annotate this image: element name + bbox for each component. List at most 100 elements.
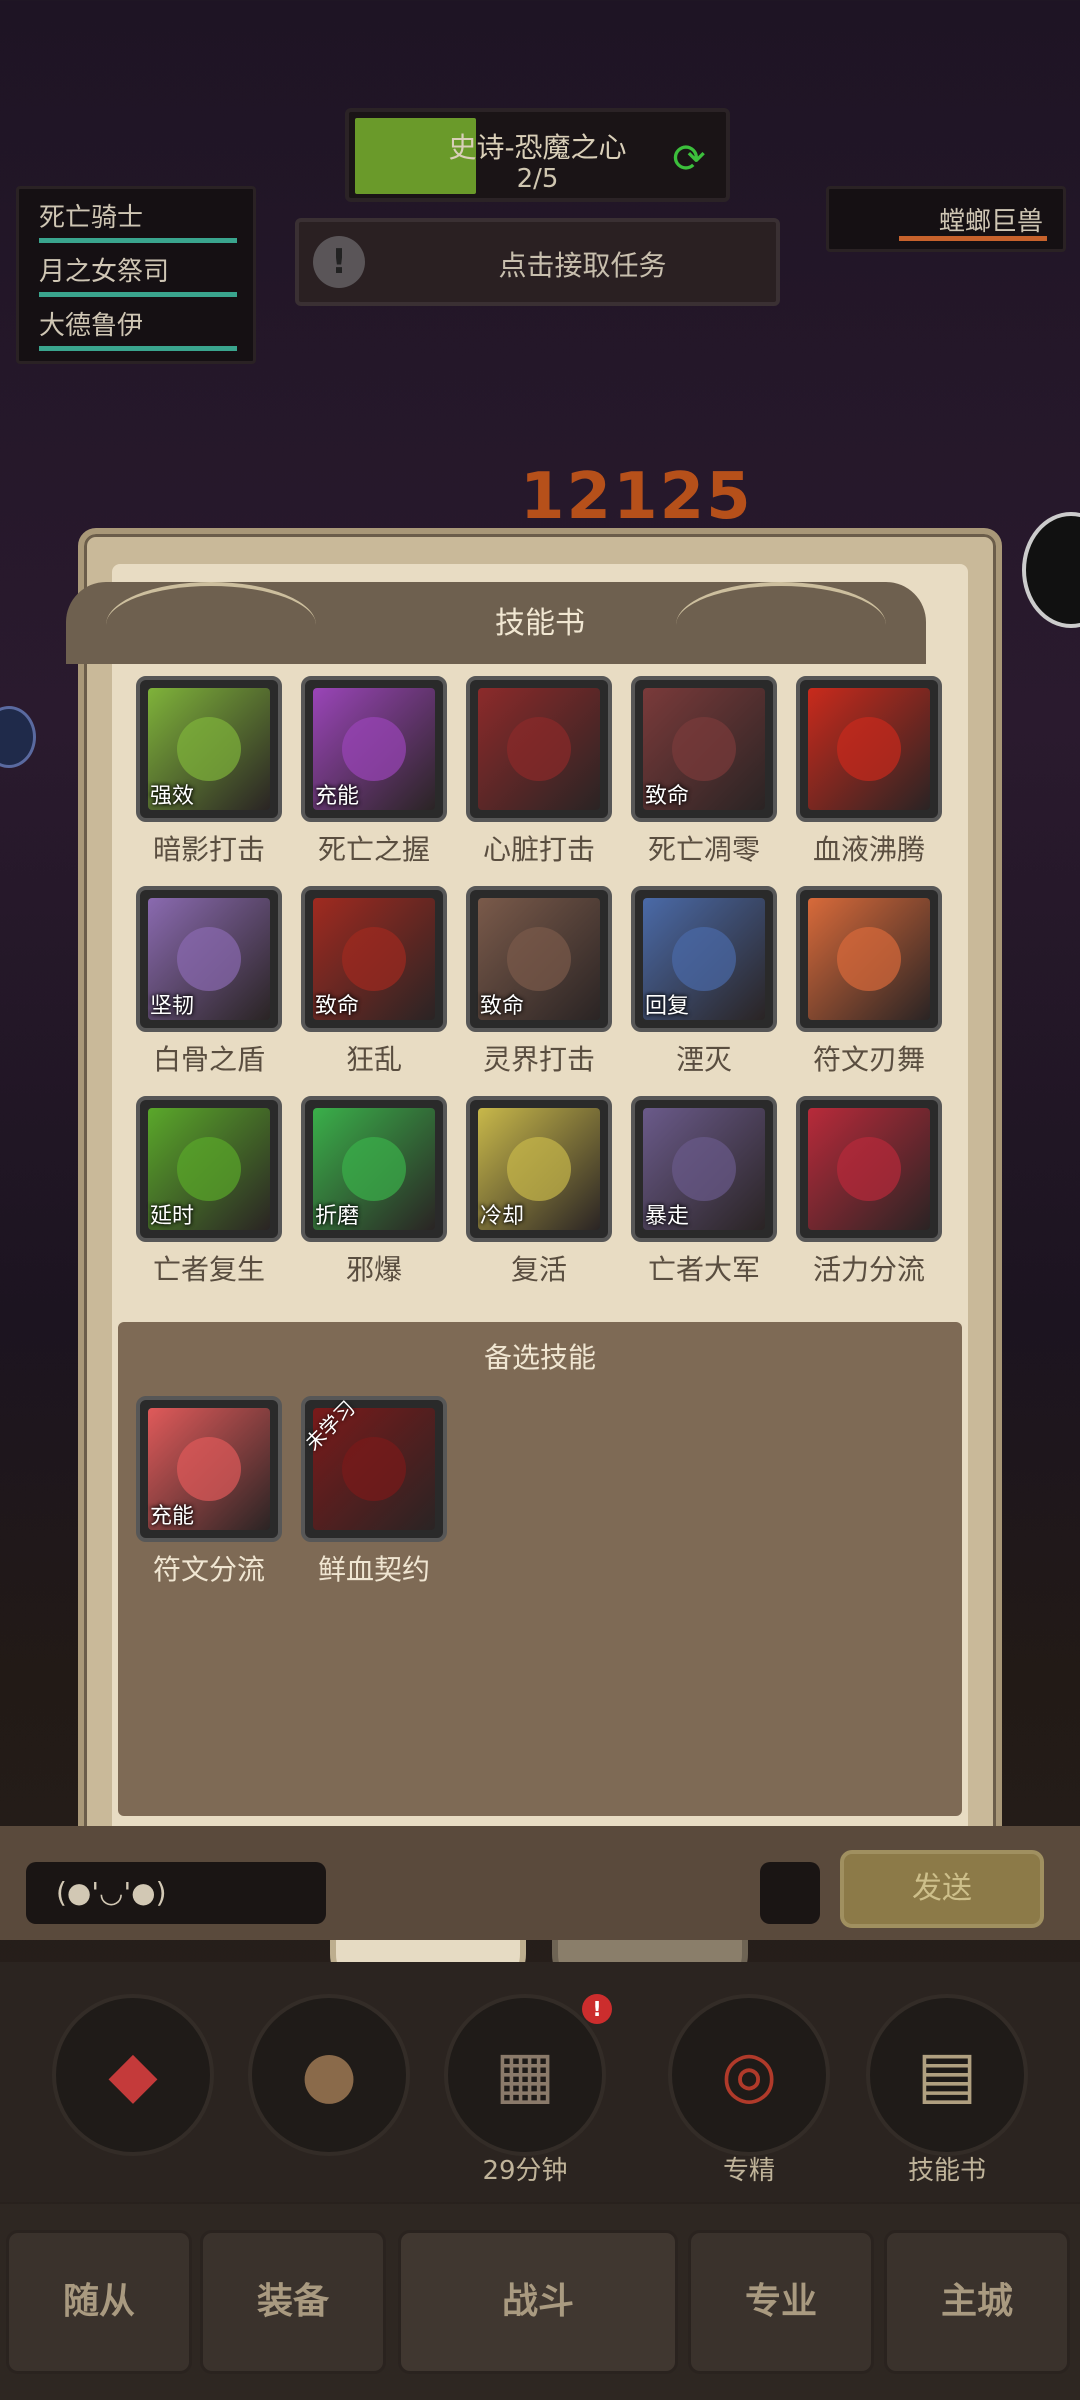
- skill-slot[interactable]: 充能: [301, 676, 447, 822]
- action-label: 技能书: [907, 2156, 986, 2186]
- party-member-name: 死亡骑士: [39, 203, 144, 233]
- skill-glyph: [507, 927, 571, 991]
- skill-name: 白骨之盾: [152, 1043, 265, 1076]
- notification-badge: !: [582, 1994, 612, 2024]
- skill-slot[interactable]: 强效: [136, 676, 282, 822]
- chat-input[interactable]: (●'◡'●): [26, 1862, 326, 1924]
- skill-slot[interactable]: 延时: [136, 1096, 282, 1242]
- party-member-name: 大德鲁伊: [39, 311, 144, 341]
- side-menu-button[interactable]: [1022, 512, 1080, 628]
- action-label: 29分钟: [482, 2156, 568, 2186]
- skill-name: 符文刃舞: [812, 1043, 925, 1076]
- skill-name: 邪爆: [345, 1253, 402, 1286]
- skill-slot[interactable]: [796, 676, 942, 822]
- action-button[interactable]: ▤: [866, 1994, 1028, 2156]
- skill-tag: 折磨: [315, 1204, 360, 1229]
- skill-slot[interactable]: 致命: [631, 676, 777, 822]
- alternate-skills-title: 备选技能: [483, 1341, 596, 1374]
- action-button[interactable]: ◆: [52, 1994, 214, 2156]
- skill-glyph: [837, 1137, 901, 1201]
- alternate-skill-name: 符文分流: [152, 1553, 265, 1586]
- refresh-icon[interactable]: ⟳: [666, 136, 712, 182]
- action-button[interactable]: ●: [248, 1994, 410, 2156]
- quest-tracker[interactable]: 史诗-恐魔之心 2/5 ⟳: [345, 108, 730, 202]
- damage-number: 12125: [520, 460, 753, 534]
- nav-1[interactable]: 装备: [200, 2230, 386, 2374]
- alternate-skill-name: 鲜血契约: [317, 1553, 430, 1586]
- skill-name: 暗影打击: [152, 833, 265, 866]
- nav-0[interactable]: 随从: [6, 2230, 192, 2374]
- skill-tag: 强效: [150, 784, 195, 809]
- skill-name: 活力分流: [812, 1253, 925, 1286]
- party-health-bar: [39, 292, 237, 297]
- party-health-bar: [39, 238, 237, 243]
- party-health-bar: [39, 346, 237, 351]
- party-member-name: 月之女祭司: [39, 257, 170, 287]
- party-member[interactable]: 月之女祭司: [39, 251, 249, 301]
- party-member[interactable]: 大德鲁伊: [39, 305, 249, 355]
- skill-glyph: [342, 1137, 406, 1201]
- skill-slot[interactable]: [796, 1096, 942, 1242]
- nav-3[interactable]: 专业: [688, 2230, 874, 2374]
- skill-glyph: [342, 1437, 406, 1501]
- accept-task-button[interactable]: ! 点击接取任务: [295, 218, 780, 306]
- vampiric-blood-icon: [808, 1108, 930, 1230]
- skill-tag: 充能: [315, 784, 360, 809]
- skill-name: 亡者大军: [647, 1253, 760, 1286]
- skill-name: 死亡之握: [317, 833, 430, 866]
- skill-name: 亡者复生: [152, 1253, 265, 1286]
- enemy-name: 螳螂巨兽: [938, 207, 1043, 237]
- skill-slot[interactable]: [466, 676, 612, 822]
- skill-slot[interactable]: 回复: [631, 886, 777, 1032]
- enemy-panel[interactable]: 螳螂巨兽: [826, 186, 1066, 252]
- nav-4[interactable]: 主城: [884, 2230, 1070, 2374]
- nav-2[interactable]: 战斗: [398, 2230, 678, 2374]
- alternate-skills-panel: 备选技能 充能符文分流 未学习鲜血契约: [118, 1322, 962, 1816]
- skill-tag: 致命: [315, 994, 360, 1019]
- skill-glyph: [837, 927, 901, 991]
- heart-strike-icon: [478, 688, 600, 810]
- skill-glyph: [177, 1137, 241, 1201]
- skill-slot[interactable]: [796, 886, 942, 1032]
- skill-name: 湮灭: [675, 1043, 732, 1076]
- skill-tag: 致命: [645, 784, 690, 809]
- enemy-health-bar: [899, 236, 1047, 241]
- skill-glyph: [177, 1437, 241, 1501]
- bread-icon: ●: [301, 2038, 357, 2112]
- skill-slot[interactable]: 致命: [466, 886, 612, 1032]
- skill-tag: 延时: [150, 1204, 195, 1229]
- skill-glyph: [672, 1137, 736, 1201]
- skill-name: 心脏打击: [482, 833, 595, 866]
- skill-glyph: [342, 927, 406, 991]
- skill-glyph: [342, 717, 406, 781]
- chat-channel[interactable]: [760, 1862, 820, 1924]
- rune-blade-icon: [808, 898, 930, 1020]
- action-button[interactable]: ◎: [668, 1994, 830, 2156]
- skill-glyph: [507, 1137, 571, 1201]
- skill-tag: 致命: [480, 994, 525, 1019]
- alternate-skill-slot[interactable]: 充能: [136, 1396, 282, 1542]
- skill-tag: 冷却: [480, 1204, 525, 1229]
- skill-slot[interactable]: 冷却: [466, 1096, 612, 1242]
- skill-name: 死亡凋零: [647, 833, 760, 866]
- level-badge: [0, 706, 36, 768]
- skill-slot[interactable]: 暴走: [631, 1096, 777, 1242]
- action-button[interactable]: ▦: [444, 1994, 606, 2156]
- skill-tag: 回复: [645, 994, 690, 1019]
- party-member[interactable]: 死亡骑士: [39, 197, 249, 247]
- send-button[interactable]: 发送: [840, 1850, 1044, 1928]
- alternate-skill-slot[interactable]: 未学习: [301, 1396, 447, 1542]
- party-panel: 死亡骑士 月之女祭司 大德鲁伊: [16, 186, 256, 364]
- skill-book-title: 技能书: [495, 606, 585, 641]
- skill-tag: 坚韧: [150, 994, 195, 1019]
- treasure-chest-icon: ▦: [494, 2038, 556, 2112]
- skill-name: 灵界打击: [482, 1043, 595, 1076]
- skill-slot[interactable]: 坚韧: [136, 886, 282, 1032]
- skill-name: 狂乱: [345, 1043, 402, 1076]
- skill-slot[interactable]: 致命: [301, 886, 447, 1032]
- skill-glyph: [672, 927, 736, 991]
- skill-glyph: [177, 717, 241, 781]
- skill-glyph: [507, 717, 571, 781]
- skill-slot[interactable]: 折磨: [301, 1096, 447, 1242]
- action-label: 专精: [722, 2156, 775, 2186]
